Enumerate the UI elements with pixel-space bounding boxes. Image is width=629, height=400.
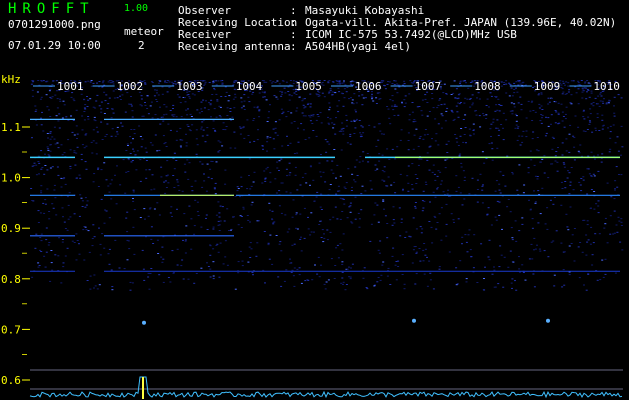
time-marker-1003: 1003 (176, 80, 203, 93)
axis-tick-label: 1.0 (1, 172, 21, 185)
meteor-pings (142, 318, 550, 325)
time-marker-1008: 1008 (474, 80, 501, 93)
carrier-lines (30, 118, 620, 272)
axis-unit: kHz (1, 73, 21, 86)
meteor-ping-0 (142, 320, 146, 325)
meteor-ping-2 (546, 318, 550, 323)
frequency-axis: kHz 1.1 1.0 0.9 0.8 0.7 0.6 (1, 73, 30, 387)
time-marker-1005: 1005 (295, 80, 322, 93)
axis-tick-label: 1.1 (1, 121, 21, 134)
spectrogram: 1001 1002 1003 1004 1005 1006 1007 1008 1009 1010… (1, 73, 624, 399)
time-marker-1006: 1006 (355, 80, 382, 93)
scope-trace (29, 376, 623, 399)
time-marker-1001: 1001 (57, 80, 84, 93)
time-marker-1002: 1002 (117, 80, 144, 93)
axis-tick-label: 0.6 (1, 374, 21, 387)
axis-tick-label: 0.9 (1, 222, 21, 235)
time-markers: 1001 1002 1003 1004 1005 1006 1007 1008 1009 1010 (33, 80, 620, 93)
time-marker-1010: 1010 (593, 80, 620, 93)
meteor-ping-1 (412, 318, 416, 323)
axis-tick-label: 0.7 (1, 323, 21, 336)
noise-layer (30, 80, 624, 291)
time-marker-1009: 1009 (534, 80, 561, 93)
time-marker-1004: 1004 (236, 80, 263, 93)
axis-tick-label: 0.8 (1, 273, 21, 286)
time-marker-1007: 1007 (415, 80, 442, 93)
amplitude-scope (29, 369, 623, 399)
